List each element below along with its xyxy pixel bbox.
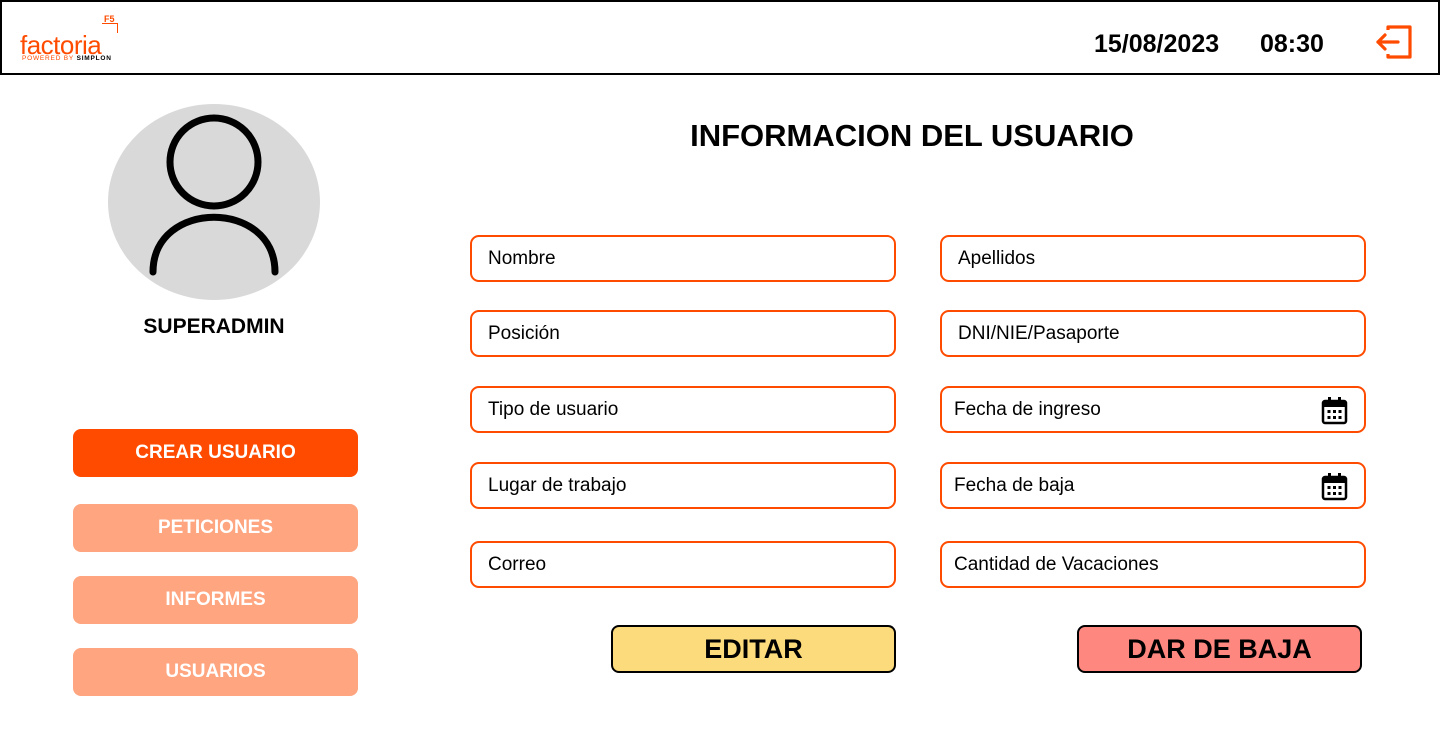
requests-button[interactable]: PETICIONES: [73, 504, 358, 552]
field-label: Posición: [488, 322, 560, 344]
calendar-icon[interactable]: [1321, 472, 1348, 501]
end-date-field[interactable]: Fecha de baja: [940, 462, 1366, 509]
field-label: Fecha de baja: [954, 474, 1075, 496]
reports-button[interactable]: INFORMES: [73, 576, 358, 624]
workplace-field[interactable]: Lugar de trabajo: [470, 462, 896, 509]
logout-icon[interactable]: [1374, 24, 1414, 60]
logo-tagline: POWERED BY SIMPLON: [22, 55, 112, 62]
users-button[interactable]: USUARIOS: [73, 648, 358, 696]
field-label: Tipo de usuario: [488, 398, 619, 420]
field-label: Fecha de ingreso: [954, 398, 1101, 420]
field-label: Cantidad de Vacaciones: [954, 553, 1159, 575]
first-name-field[interactable]: Nombre: [470, 235, 896, 282]
page-title: INFORMACION DEL USUARIO: [690, 118, 1134, 153]
factoria-logo[interactable]: F5 factoria POWERED BY SIMPLON: [20, 14, 130, 66]
username-label: SUPERADMIN: [143, 315, 285, 338]
header-time: 08:30: [1260, 30, 1324, 58]
calendar-icon[interactable]: [1321, 396, 1348, 425]
user-icon: [149, 114, 279, 276]
field-label: Correo: [488, 553, 547, 575]
position-field[interactable]: Posición: [470, 310, 896, 357]
header-date: 15/08/2023: [1094, 30, 1220, 58]
deactivate-user-button[interactable]: DAR DE BAJA: [1077, 625, 1362, 673]
start-date-field[interactable]: Fecha de ingreso: [940, 386, 1366, 433]
field-label: DNI/NIE/Pasaporte: [958, 322, 1120, 344]
avatar: [108, 104, 320, 300]
id-document-field[interactable]: DNI/NIE/Pasaporte: [940, 310, 1366, 357]
edit-button[interactable]: EDITAR: [611, 625, 896, 673]
field-label: Apellidos: [958, 247, 1036, 269]
logo-badge-frame: [102, 23, 118, 33]
email-field[interactable]: Correo: [470, 541, 896, 588]
last-name-field[interactable]: Apellidos: [940, 235, 1366, 282]
vacation-days-field[interactable]: Cantidad de Vacaciones: [940, 541, 1366, 588]
field-label: Lugar de trabajo: [488, 474, 627, 496]
top-header: F5 factoria POWERED BY SIMPLON 15/08/202…: [0, 0, 1440, 75]
user-type-field[interactable]: Tipo de usuario: [470, 386, 896, 433]
field-label: Nombre: [488, 247, 556, 269]
create-user-button[interactable]: CREAR USUARIO: [73, 429, 358, 477]
